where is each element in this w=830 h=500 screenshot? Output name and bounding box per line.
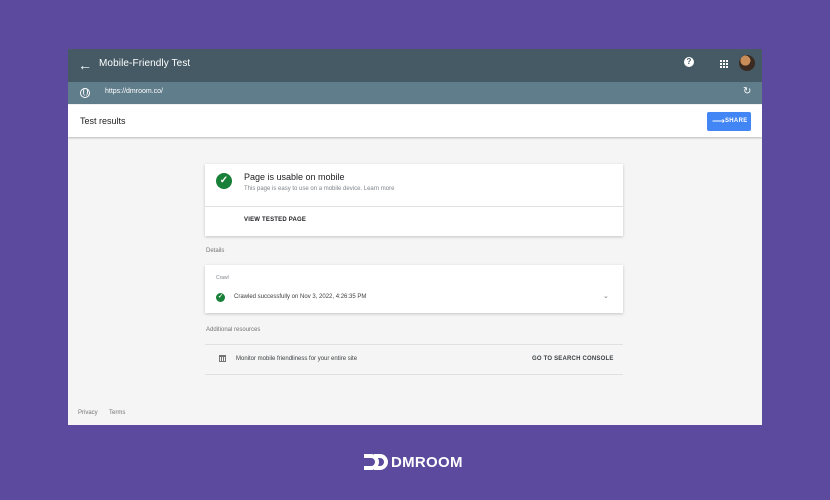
results-header: Test results ⟶ SHARE <box>68 105 762 137</box>
globe-icon <box>80 88 90 98</box>
check-circle-icon: ✓ <box>216 293 225 302</box>
resource-row: Monitor mobile friendliness for your ent… <box>205 344 623 375</box>
view-tested-page-button[interactable]: VIEW TESTED PAGE <box>244 217 306 223</box>
browser-window: ← Mobile-Friendly Test ? https://dmroom.… <box>68 49 762 425</box>
go-to-search-console-button[interactable]: GO TO SEARCH CONSOLE <box>532 356 614 362</box>
share-label: SHARE <box>725 118 748 124</box>
url-bar: https://dmroom.co/ ↻ <box>68 82 762 104</box>
brand-name: DMROOM <box>391 454 463 471</box>
result-heading: Page is usable on mobile <box>244 172 345 182</box>
app-header: ← Mobile-Friendly Test ? <box>68 49 762 82</box>
resources-section-title: Additional resources <box>206 327 261 333</box>
apps-grid-icon[interactable] <box>720 60 728 68</box>
bar-chart-icon <box>219 355 226 362</box>
divider <box>205 206 623 207</box>
result-subtext: This page is easy to use on a mobile dev… <box>244 186 395 192</box>
share-icon: ⟶ <box>712 116 725 126</box>
crawl-status: Crawled successfully on Nov 3, 2022, 4:2… <box>234 294 367 300</box>
dmroom-logo-icon <box>364 454 388 470</box>
chevron-down-icon[interactable]: ⌄ <box>603 292 609 300</box>
reload-icon[interactable]: ↻ <box>743 86 751 98</box>
app-title: Mobile-Friendly Test <box>99 58 191 69</box>
avatar[interactable] <box>739 55 755 71</box>
crawl-label: Crawl <box>216 275 229 281</box>
results-title: Test results <box>80 116 126 126</box>
details-section-title: Details <box>206 248 225 254</box>
resource-message: Monitor mobile friendliness for your ent… <box>236 356 358 362</box>
brand-logo: DMROOM <box>363 452 467 472</box>
help-icon[interactable]: ? <box>684 57 694 67</box>
crawl-card[interactable]: Crawl ✓ Crawled successfully on Nov 3, 2… <box>205 265 623 313</box>
privacy-link[interactable]: Privacy <box>78 410 98 416</box>
check-circle-icon: ✓ <box>216 173 232 189</box>
url-input[interactable]: https://dmroom.co/ <box>105 88 163 95</box>
result-card: ✓ Page is usable on mobile This page is … <box>205 164 623 236</box>
share-button[interactable]: ⟶ SHARE <box>707 112 751 131</box>
terms-link[interactable]: Terms <box>109 410 125 416</box>
arrow-back-icon[interactable]: ← <box>78 57 92 73</box>
